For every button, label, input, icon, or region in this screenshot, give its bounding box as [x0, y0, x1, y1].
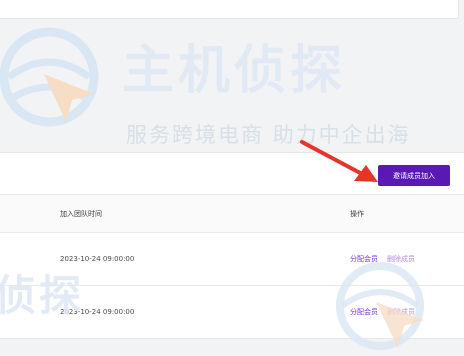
column-header-join-time: 加入团队时间 — [60, 209, 102, 218]
annotation-arrow-icon — [300, 140, 378, 182]
table-header: 加入团队时间 操作 — [0, 194, 464, 233]
table-row: 2023-10-24 09:00:00 分配会员 删除成员 — [0, 233, 464, 286]
actions-cell: 分配会员 删除成员 — [350, 254, 424, 264]
join-time-cell: 2023-10-24 09:00:00 — [60, 255, 135, 263]
assign-membership-link[interactable]: 分配会员 — [350, 308, 378, 316]
actions-cell: 分配会员 删除成员 — [350, 307, 424, 317]
member-table: 加入团队时间 操作 2023-10-24 09:00:00 分配会员 删除成员 2… — [0, 194, 464, 339]
remove-member-link[interactable]: 删除成员 — [387, 308, 415, 316]
watermark-title: 主机侦探 — [122, 41, 347, 101]
table-row: 2023-10-24 09:00:00 分配会员 删除成员 — [0, 286, 464, 339]
invite-member-button[interactable]: 邀请成员加入 — [378, 165, 450, 186]
top-card — [0, 0, 459, 19]
assign-membership-link[interactable]: 分配会员 — [350, 255, 378, 263]
remove-member-link[interactable]: 删除成员 — [387, 255, 415, 263]
globe-watermark-icon — [0, 27, 99, 127]
column-header-actions: 操作 — [350, 209, 364, 218]
join-time-cell: 2023-10-24 09:00:00 — [60, 308, 135, 316]
